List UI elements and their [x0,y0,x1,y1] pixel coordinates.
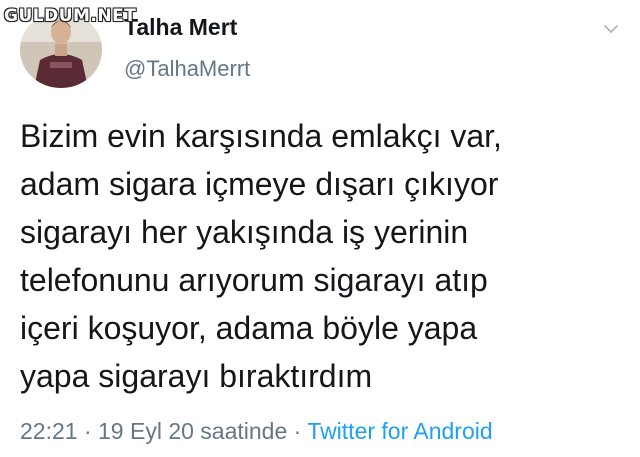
tweet-date[interactable]: 19 Eyl 20 saatinde [98,418,287,444]
chevron-down-icon[interactable] [602,20,620,38]
tweet-meta: 22:21 · 19 Eyl 20 saatinde · Twitter for… [20,418,493,445]
watermark-logo: GULDUM.NET [4,6,137,26]
tweet-line: yapa sigarayı bıraktırdım [20,358,373,394]
display-name[interactable]: Talha Mert [124,14,237,41]
meta-separator: · [77,418,99,444]
tweet-time[interactable]: 22:21 [20,418,78,444]
tweet-line: Bizim evin karşısında emlakçı var, [20,118,502,154]
tweet-source-link[interactable]: Twitter for Android [307,418,492,444]
tweet-text: Bizim evin karşısında emlakçı var, adam … [20,112,630,400]
tweet-line: içeri koşuyor, adama böyle yapa [20,310,478,346]
tweet-line: adam sigara içmeye dışarı çıkıyor [20,166,499,202]
tweet-line: sigarayı her yakışında iş yerinin [20,214,469,250]
tweet-line: telefonunu arıyorum sigarayı atıp [20,262,488,298]
meta-separator: · [287,418,308,444]
user-handle[interactable]: @TalhaMerrt [124,56,250,82]
